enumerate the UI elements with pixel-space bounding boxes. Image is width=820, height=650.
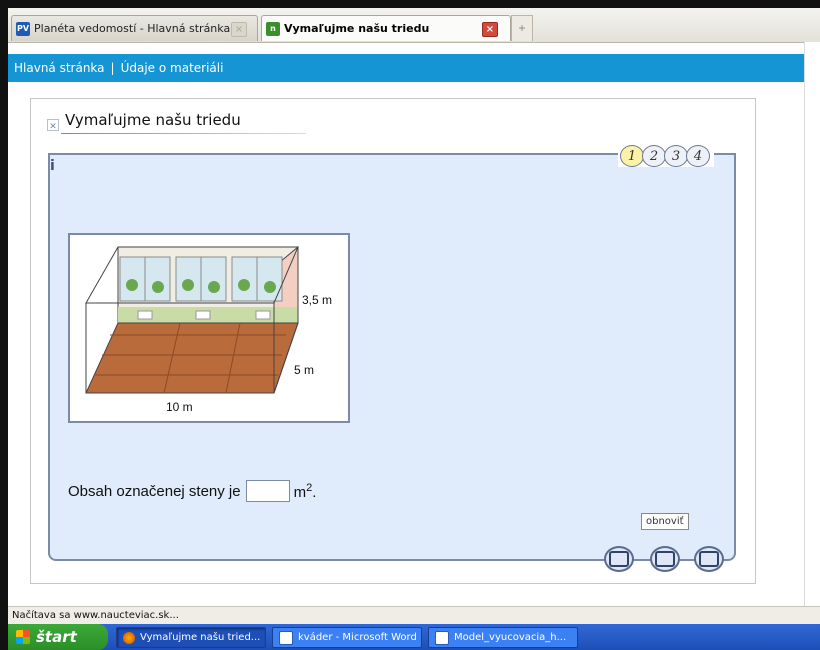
pv-favicon-icon: PV xyxy=(16,21,30,36)
refresh-tooltip: obnoviť xyxy=(641,513,689,530)
firefox-icon xyxy=(123,631,135,644)
home-link[interactable]: Hlavná stránka xyxy=(14,61,105,75)
screen-top-border xyxy=(0,0,820,8)
taskbar-item-label: Vymaľujme našu tried... xyxy=(140,632,261,643)
help-icon xyxy=(609,551,629,567)
page-title: Vymaľujme našu triedu xyxy=(65,111,241,129)
nav-separator: | xyxy=(110,61,115,75)
browser-tab-bar: PV Planéta vedomostí - Hlavná stránka × … xyxy=(8,8,820,43)
taskbar-item-word-model[interactable]: Model_vyucovacia_h... xyxy=(428,627,578,648)
taskbar-item-label: kváder - Microsoft Word xyxy=(298,632,417,643)
title-underline xyxy=(61,133,306,134)
site-navigation: Hlavná stránka | Údaje o materiáli xyxy=(8,54,820,82)
taskbar-item-word-kvader[interactable]: kváder - Microsoft Word xyxy=(272,627,422,648)
help-button[interactable] xyxy=(604,546,634,572)
refresh-icon xyxy=(655,551,675,567)
question-text: Obsah označenej steny je xyxy=(68,482,241,500)
windows-decoration xyxy=(119,256,283,302)
check-icon xyxy=(699,551,719,567)
question: Obsah označenej steny je m2. xyxy=(68,480,316,502)
unit-label: m2. xyxy=(294,482,317,501)
refresh-button[interactable] xyxy=(650,546,680,572)
width-label: 10 m xyxy=(166,400,193,414)
check-button[interactable] xyxy=(694,546,724,572)
word-icon xyxy=(279,630,293,645)
tab-planeta-vedomosti[interactable]: PV Planéta vedomostí - Hlavná stránka × xyxy=(11,15,258,41)
answer-input[interactable] xyxy=(245,480,290,502)
n-favicon-icon: n xyxy=(266,21,280,36)
unit-text: m xyxy=(293,483,307,501)
step-navigator: 1 2 3 4 xyxy=(618,145,714,167)
screen-left-border xyxy=(0,0,8,650)
step-3-button[interactable]: 3 xyxy=(664,145,688,167)
window-right-edge xyxy=(804,42,820,606)
height-label: 3,5 m xyxy=(302,293,333,307)
new-tab-button[interactable]: + xyxy=(511,15,533,41)
period-text: . xyxy=(312,483,317,501)
taskbar-item-label: Model_vyucovacia_h... xyxy=(454,632,567,643)
windows-flag-icon xyxy=(16,630,30,644)
start-label: štart xyxy=(36,628,77,646)
step-4-button[interactable]: 4 xyxy=(686,145,710,167)
tab-label: Planéta vedomostí - Hlavná stránka xyxy=(34,22,231,35)
info-icon[interactable]: i xyxy=(50,158,55,174)
close-material-icon[interactable]: ✕ xyxy=(47,119,59,131)
classroom-box-drawing xyxy=(85,245,299,394)
tab-close-icon[interactable]: × xyxy=(231,22,247,37)
step-1-button[interactable]: 1 xyxy=(620,145,644,167)
classroom-illustration: 3,5 m 5 m 10 m xyxy=(68,233,350,423)
tab-vymalujme[interactable]: n Vymaľujme našu triedu × xyxy=(261,15,511,41)
taskbar: štart Vymaľujme našu tried... kváder - M… xyxy=(8,624,820,650)
start-button[interactable]: štart xyxy=(8,624,108,650)
status-bar: Načítava sa www.naucteviac.sk... xyxy=(8,606,820,624)
step-2-button[interactable]: 2 xyxy=(642,145,666,167)
material-details-link[interactable]: Údaje o materiáli xyxy=(121,61,224,75)
depth-label: 5 m xyxy=(294,363,315,377)
taskbar-item-firefox[interactable]: Vymaľujme našu tried... xyxy=(116,627,266,648)
tab-label: Vymaľujme našu triedu xyxy=(284,22,430,35)
tab-close-icon[interactable]: × xyxy=(482,22,498,37)
word-icon xyxy=(435,630,449,645)
